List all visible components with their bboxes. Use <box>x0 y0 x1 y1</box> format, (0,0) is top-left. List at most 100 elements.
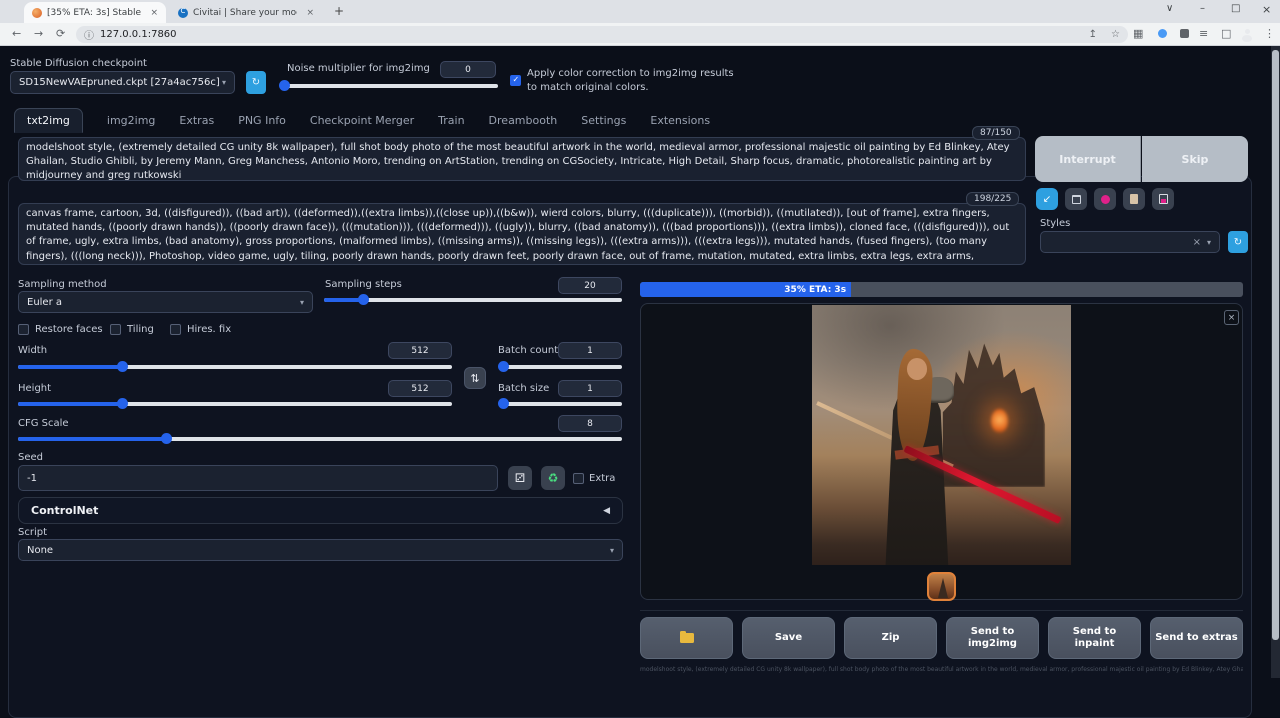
generated-image[interactable] <box>812 305 1071 565</box>
new-tab-button[interactable]: + <box>334 4 344 18</box>
random-seed-button[interactable]: ⚂ <box>508 466 532 490</box>
reading-list-icon[interactable]: ≡ <box>1199 27 1208 40</box>
open-folder-button[interactable] <box>640 617 733 659</box>
noise-multiplier-slider[interactable] <box>281 84 498 88</box>
kebab-menu-icon[interactable]: ⋮ <box>1264 27 1275 40</box>
apps-grid-icon[interactable]: ▦ <box>1133 27 1143 40</box>
sampling-method-dropdown[interactable]: Euler a ▾ <box>18 291 313 313</box>
refresh-checkpoint-button[interactable]: ↻ <box>246 71 266 94</box>
interrupt-button[interactable]: Interrupt <box>1035 136 1141 182</box>
sampling-steps-slider[interactable] <box>324 298 622 302</box>
apply-styles-button[interactable] <box>1123 188 1145 210</box>
window-minimize-button[interactable]: – <box>1200 3 1205 14</box>
send-to-img2img-button[interactable]: Send to img2img <box>946 617 1039 659</box>
tab-txt2img[interactable]: txt2img <box>14 108 83 133</box>
hires-fix-checkbox[interactable] <box>170 324 181 335</box>
styles-dropdown[interactable]: × ▾ <box>1040 231 1220 253</box>
tab-close-icon[interactable]: × <box>150 8 158 18</box>
back-icon[interactable]: ← <box>12 27 21 40</box>
tab-extras[interactable]: Extras <box>179 114 214 127</box>
script-dropdown[interactable]: None ▾ <box>18 539 623 561</box>
seed-input[interactable]: -1 <box>18 465 498 491</box>
slider-knob[interactable] <box>498 361 509 372</box>
width-slider[interactable] <box>18 365 452 369</box>
batch-size-slider[interactable] <box>500 402 622 406</box>
side-panel-icon[interactable]: □ <box>1221 27 1231 40</box>
sampling-steps-value[interactable]: 20 <box>558 277 622 294</box>
refresh-styles-button[interactable]: ↻ <box>1228 231 1248 253</box>
reuse-seed-button[interactable]: ♻ <box>541 466 565 490</box>
browser-tab-stable-diffusion[interactable]: [35% ETA: 3s] Stable Diffusion × <box>24 2 166 23</box>
paste-generation-params-button[interactable]: ↙ <box>1036 188 1058 210</box>
forward-icon[interactable]: → <box>34 27 43 40</box>
chevron-down-icon: ▾ <box>222 78 226 87</box>
zip-button[interactable]: Zip <box>844 617 937 659</box>
tab-close-icon[interactable]: × <box>306 8 314 18</box>
bookmark-star-icon[interactable]: ☆ <box>1111 29 1120 40</box>
send-to-extras-button[interactable]: Send to extras <box>1150 617 1243 659</box>
clipboard-icon <box>1130 194 1138 204</box>
extensions-puzzle-icon[interactable] <box>1180 29 1189 38</box>
progress-fill: 35% ETA: 3s <box>640 282 851 297</box>
site-info-icon[interactable]: ⓘ <box>84 27 94 42</box>
fire-glow <box>991 409 1008 433</box>
slider-knob[interactable] <box>161 433 172 444</box>
save-style-button[interactable] <box>1152 188 1174 210</box>
clear-prompt-button[interactable] <box>1065 188 1087 210</box>
scrollbar-thumb[interactable] <box>1272 50 1279 640</box>
checkpoint-dropdown[interactable]: SD15NewVAEpruned.ckpt [27a4ac756c] ▾ <box>10 71 235 94</box>
tab-img2img[interactable]: img2img <box>107 114 156 127</box>
send-to-inpaint-button[interactable]: Send to inpaint <box>1048 617 1141 659</box>
slider-knob[interactable] <box>279 80 290 91</box>
share-icon[interactable]: ↥ <box>1089 29 1097 40</box>
prompt-textarea[interactable]: modelshoot style, (extremely detailed CG… <box>18 137 1026 181</box>
negative-prompt-textarea[interactable]: canvas frame, cartoon, 3d, ((disfigured)… <box>18 203 1026 265</box>
tiling-checkbox[interactable] <box>110 324 121 335</box>
tiling-label: Tiling <box>127 324 154 335</box>
browser-tab-civitai[interactable]: Civitai | Share your models × <box>170 2 322 23</box>
save-button[interactable]: Save <box>742 617 835 659</box>
clear-styles-icon[interactable]: × <box>1193 237 1201 248</box>
batch-count-slider[interactable] <box>500 365 622 369</box>
window-close-button[interactable]: × <box>1262 3 1271 16</box>
progress-label: 35% ETA: 3s <box>784 285 846 295</box>
cfg-scale-value[interactable]: 8 <box>558 415 622 432</box>
tab-extensions[interactable]: Extensions <box>650 114 710 127</box>
color-correction-checkbox[interactable] <box>510 75 521 86</box>
seed-extra-checkbox[interactable] <box>573 473 584 484</box>
browser-menu-chevron-icon[interactable]: ∨ <box>1166 3 1173 14</box>
cfg-scale-label: CFG Scale <box>18 418 69 429</box>
batch-count-value[interactable]: 1 <box>558 342 622 359</box>
checkpoint-label: Stable Diffusion checkpoint <box>10 58 147 69</box>
restore-faces-checkbox[interactable] <box>18 324 29 335</box>
swap-width-height-button[interactable]: ⇅ <box>464 367 486 389</box>
url-text[interactable]: 127.0.0.1:7860 <box>100 29 177 40</box>
tab-settings[interactable]: Settings <box>581 114 626 127</box>
reload-icon[interactable]: ⟳ <box>56 27 65 40</box>
extra-networks-button[interactable] <box>1094 188 1116 210</box>
tab-png-info[interactable]: PNG Info <box>238 114 286 127</box>
slider-knob[interactable] <box>498 398 509 409</box>
address-bar[interactable]: ⓘ 127.0.0.1:7860 ↥ ☆ <box>76 26 1128 43</box>
browser-chrome: [35% ETA: 3s] Stable Diffusion × Civitai… <box>0 0 1280 46</box>
slider-knob[interactable] <box>358 294 369 305</box>
restore-faces-label: Restore faces <box>35 324 103 335</box>
noise-multiplier-value[interactable]: 0 <box>440 61 496 78</box>
controlnet-accordion[interactable]: ControlNet ◀ <box>18 497 623 524</box>
width-value[interactable]: 512 <box>388 342 452 359</box>
extension-circle-icon[interactable] <box>1158 29 1167 38</box>
batch-size-value[interactable]: 1 <box>558 380 622 397</box>
page-scrollbar[interactable] <box>1271 46 1280 678</box>
gallery-thumbnail[interactable] <box>927 572 956 601</box>
skip-button[interactable]: Skip <box>1142 136 1248 182</box>
window-maximize-button[interactable]: □ <box>1231 3 1240 14</box>
height-value[interactable]: 512 <box>388 380 452 397</box>
tab-dreambooth[interactable]: Dreambooth <box>489 114 558 127</box>
batch-count-label: Batch count <box>498 345 558 356</box>
tab-checkpoint-merger[interactable]: Checkpoint Merger <box>310 114 414 127</box>
height-slider[interactable] <box>18 402 452 406</box>
recycle-icon: ♻ <box>548 471 559 485</box>
tab-train[interactable]: Train <box>438 114 464 127</box>
close-preview-button[interactable]: × <box>1224 310 1239 325</box>
cfg-scale-slider[interactable] <box>18 437 622 441</box>
